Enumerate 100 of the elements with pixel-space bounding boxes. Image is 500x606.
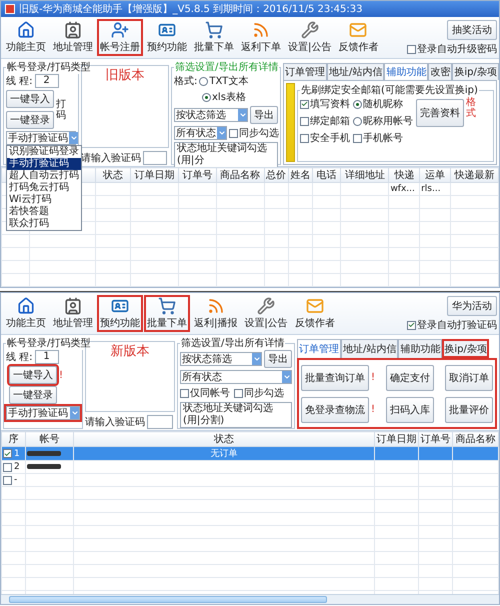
column-header[interactable]: 电话	[312, 168, 341, 182]
login-button[interactable]: 一键登录	[6, 111, 54, 129]
checkbox-option[interactable]: 绑定邮箱	[300, 114, 350, 128]
toolbar-button[interactable]: 返利下单	[238, 19, 284, 56]
horizontal-scrollbar[interactable]	[1, 594, 499, 604]
action-button[interactable]: 免登录查物流	[301, 396, 369, 422]
checkbox[interactable]	[3, 476, 12, 484]
checkbox[interactable]	[229, 128, 238, 138]
complete-profile-button[interactable]: 完善资料	[416, 98, 464, 126]
captcha-field[interactable]	[143, 151, 167, 165]
promo-button[interactable]: 抽奖活动	[447, 20, 497, 40]
column-header[interactable]: 订单日期	[130, 168, 179, 182]
toolbar-button[interactable]: 功能主页	[3, 19, 49, 56]
checkbox[interactable]	[3, 449, 12, 458]
checkbox[interactable]	[353, 134, 362, 142]
toolbar-button[interactable]: 批量下单	[144, 295, 190, 332]
action-button[interactable]: 确定支付	[386, 364, 434, 390]
auto-login-checkbox[interactable]: 登录自动打验证码	[407, 318, 497, 332]
checkbox[interactable]	[3, 462, 12, 472]
export-button[interactable]: 导出	[264, 350, 292, 368]
column-header[interactable]: 状态	[96, 168, 131, 182]
toolbar-button[interactable]: 设置|公告	[241, 295, 291, 332]
checkbox[interactable]	[180, 388, 189, 398]
checkbox[interactable]	[407, 320, 416, 330]
status-filter-select[interactable]: 按状态筛选	[174, 108, 248, 122]
thread-field[interactable]: 1	[34, 350, 59, 364]
toolbar-button[interactable]: 批量下单	[191, 19, 237, 56]
action-button[interactable]: 取消订单	[444, 364, 493, 390]
tab[interactable]: 辅助功能	[398, 339, 442, 358]
column-header[interactable]: 状态	[74, 432, 374, 446]
tab[interactable]: 改密	[428, 63, 452, 80]
keyword-field[interactable]: 状态地址关键词勾选(用|分割)	[180, 402, 292, 428]
column-header[interactable]: 序	[2, 432, 26, 446]
tab[interactable]: 换ip/杂项	[442, 339, 489, 358]
checkbox[interactable]	[234, 388, 243, 398]
dropdown-option[interactable]: 超人自动云打码	[7, 170, 81, 182]
column-header[interactable]: 详细地址	[340, 168, 389, 182]
column-header[interactable]: 运单	[420, 168, 450, 182]
checkbox-option[interactable]: 填写资料	[300, 97, 350, 111]
column-header[interactable]: 帐号	[26, 432, 74, 446]
login-button[interactable]: 一键登录	[9, 386, 57, 404]
captcha-select[interactable]: 手动打验证码	[6, 131, 76, 145]
filter-checkbox[interactable]: 同步勾选	[234, 386, 284, 400]
tab[interactable]: 订单管理	[297, 339, 341, 358]
column-header[interactable]: 订单号	[418, 432, 452, 446]
tab[interactable]: 地址/站内信	[341, 339, 398, 358]
captcha-field[interactable]	[147, 415, 173, 429]
toolbar-button[interactable]: 预约功能	[97, 295, 143, 332]
radio-button[interactable]	[202, 92, 211, 102]
status-select[interactable]: 所有状态	[174, 126, 227, 140]
captcha-select[interactable]: 手动打验证码	[6, 406, 80, 420]
toolbar-button[interactable]: 地址管理	[50, 295, 96, 332]
toolbar-button[interactable]: 地址管理	[50, 19, 96, 56]
column-header[interactable]: 快递	[388, 168, 420, 182]
toolbar-button[interactable]: 设置|公告	[285, 19, 334, 56]
sync-checkbox[interactable]: 同步勾选	[229, 126, 279, 140]
keyword-field[interactable]: 状态地址关键词勾选(用|分	[174, 142, 278, 168]
tab[interactable]: 换ip/杂项	[452, 63, 499, 80]
status-select[interactable]: 所有状态	[180, 370, 292, 384]
action-button[interactable]: 批量评价	[444, 396, 493, 422]
status-filter-select[interactable]: 按状态筛选	[180, 352, 262, 366]
column-header[interactable]: 订单号	[178, 168, 216, 182]
column-header[interactable]: 商品名称	[216, 168, 264, 182]
tab[interactable]: 辅助功能	[384, 63, 428, 80]
toolbar-button[interactable]: 帐号注册	[97, 19, 143, 56]
import-button[interactable]: 一键导入	[9, 366, 57, 384]
dropdown-option[interactable]: 手动打验证码	[7, 158, 81, 170]
column-header[interactable]: 姓名	[288, 168, 312, 182]
radio-button[interactable]	[353, 100, 362, 108]
format-option[interactable]: TXT文本	[199, 74, 248, 88]
action-button[interactable]: 扫码入库	[386, 396, 434, 422]
checkbox[interactable]	[300, 100, 309, 108]
radio-button[interactable]	[353, 116, 362, 126]
radio-option[interactable]: 昵称用帐号	[353, 114, 413, 128]
dropdown-option[interactable]: 识别验证码登录	[7, 146, 81, 158]
format-option[interactable]: xls表格	[202, 90, 246, 104]
toolbar-button[interactable]: 功能主页	[3, 295, 49, 332]
column-header[interactable]: 快递最新	[450, 168, 498, 182]
checkbox[interactable]	[407, 44, 416, 54]
checkbox-option[interactable]: 手机帐号	[353, 131, 413, 145]
toolbar-button[interactable]: 反馈作者	[335, 19, 382, 56]
radio-option[interactable]: 随机昵称	[353, 97, 413, 111]
tab[interactable]: 地址/站内信	[327, 63, 384, 80]
tab[interactable]: 订单管理	[283, 63, 327, 80]
column-header[interactable]: 订单日期	[374, 432, 418, 446]
checkbox-option[interactable]: 安全手机	[300, 131, 350, 145]
toolbar-button[interactable]: 预约功能	[144, 19, 190, 56]
thread-field[interactable]: 2	[34, 74, 59, 88]
auto-login-checkbox[interactable]: 登录自动升级密码	[407, 42, 497, 56]
checkbox[interactable]	[300, 116, 309, 126]
radio-button[interactable]	[199, 76, 208, 86]
action-button[interactable]: 批量查询订单	[301, 364, 369, 390]
toolbar-button[interactable]: 反馈作者	[292, 295, 338, 332]
toolbar-button[interactable]: 返利|播报	[191, 295, 240, 332]
export-button[interactable]: 导出	[250, 106, 278, 124]
checkbox[interactable]	[300, 134, 309, 142]
import-button[interactable]: 一键导入	[6, 90, 54, 108]
column-header[interactable]: 商品名称	[452, 432, 498, 446]
promo-button[interactable]: 华为活动	[447, 296, 497, 316]
filter-checkbox[interactable]: 仅同帐号	[180, 386, 230, 400]
